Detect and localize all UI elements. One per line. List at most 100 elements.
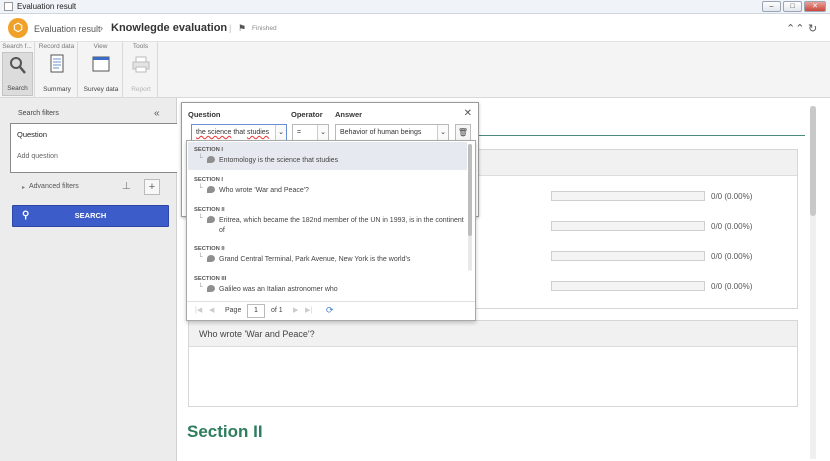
window-controls: – □ ✕ (762, 1, 826, 12)
window-titlebar: Evaluation result – □ ✕ (0, 0, 830, 14)
ribbon-group-title: Record data (38, 43, 75, 50)
list-item[interactable]: SECTION I └ Entomology is the science th… (188, 142, 467, 170)
tree-connector-icon: └ (198, 284, 203, 291)
operator-select-value: = (297, 129, 302, 136)
scrollbar-thumb[interactable] (468, 144, 472, 236)
chevron-down-icon: ⌄ (317, 125, 328, 140)
page-total: of 1 (271, 307, 283, 314)
survey-data-ribbon-button[interactable]: Survey data (81, 52, 121, 96)
list-item[interactable]: SECTION II └ Eritrea, which became the 1… (188, 202, 467, 240)
question-dropdown-list: SECTION I └ Entomology is the science th… (186, 140, 476, 321)
add-question-link[interactable]: Add question (17, 153, 58, 160)
scrollbar-thumb[interactable] (810, 106, 816, 216)
ribbon-group-title: Search f... (2, 43, 32, 50)
page-title: Knowlegde evaluation (111, 22, 228, 34)
breadcrumb-chevron-icon: › (100, 23, 103, 33)
answer-select-value: Behavior of human beings (340, 129, 422, 136)
section-title: Section II (187, 422, 263, 441)
question-card-2: Who wrote 'War and Peace'? (188, 320, 798, 407)
question-bubble-icon (207, 186, 215, 193)
report-ribbon-button[interactable]: Report (126, 52, 156, 96)
breadcrumb-parent[interactable]: Evaluation result (34, 24, 101, 34)
maximize-button[interactable]: □ (783, 1, 802, 12)
finish-flag-icon: ⚑ (238, 23, 247, 33)
tab-underline (475, 135, 805, 136)
collapse-panel-icon[interactable]: « (154, 108, 160, 119)
list-item[interactable]: SECTION III └ Galileo was an Italian ast… (188, 271, 467, 299)
page-number-input[interactable]: 1 (247, 304, 265, 318)
refresh-list-icon[interactable]: ⟳ (326, 305, 334, 316)
question-select[interactable]: the science that studies ⌄ (191, 124, 287, 141)
search-icon: ⚲ (22, 210, 30, 221)
question-select-value-part: the science (196, 129, 232, 136)
main-scrollbar[interactable] (810, 106, 816, 459)
operator-column-label: Operator (291, 110, 323, 119)
question-text: Who wrote 'War and Peace'? (219, 187, 309, 194)
trash-icon[interactable]: 🗑 (455, 124, 471, 141)
question-bubble-icon (207, 216, 215, 223)
page-header: ⬡ Evaluation result › Knowlegde evaluati… (0, 14, 830, 42)
header-divider: | (229, 23, 232, 33)
app-icon (4, 2, 13, 11)
first-page-icon[interactable]: |◀ (195, 306, 202, 314)
collapse-header-button[interactable]: ⌃⌃ (786, 22, 804, 35)
question-filter-box[interactable]: Question Add question (10, 123, 181, 173)
app-logo-icon: ⬡ (8, 18, 28, 38)
pagination-bar: |◀ ◀ Page 1 of 1 ▶ ▶| ⟳ (187, 301, 475, 320)
summary-ribbon-button[interactable]: Summary (38, 52, 76, 96)
answer-progress-bar (551, 251, 705, 261)
close-popup-icon[interactable]: ✕ (464, 108, 472, 119)
clear-filters-icon[interactable]: ⊥ (122, 181, 131, 192)
list-item[interactable]: SECTION II └ Grand Central Terminal, Par… (188, 241, 467, 269)
section-label: SECTION I (194, 147, 223, 153)
answer-select[interactable]: Behavior of human beings ⌄ (335, 124, 449, 141)
status-text: Finished (252, 25, 277, 32)
operator-select[interactable]: = ⌄ (292, 124, 329, 141)
refresh-button[interactable]: ↻ (808, 22, 817, 35)
section-label: SECTION II (194, 207, 225, 213)
window-icon (92, 56, 110, 72)
question-card-title: Who wrote 'War and Peace'? (189, 321, 797, 347)
section-label: SECTION I (194, 177, 223, 183)
answer-count: 0/0 (0.00%) (711, 192, 753, 201)
question-text: Eritrea, which became the 182nd member o… (219, 217, 464, 234)
answer-progress-bar (551, 191, 705, 201)
ribbon-group-search: Search f... Search (0, 42, 35, 98)
ribbon-group-view: View Survey data (79, 42, 123, 98)
minimize-button[interactable]: – (762, 1, 781, 12)
question-filter-label: Question (17, 130, 48, 139)
search-filters-panel: Search filters « Question Add question ▸… (0, 98, 181, 461)
ribbon-button-label: Survey data (83, 86, 119, 93)
answer-count: 0/0 (0.00%) (711, 222, 753, 231)
last-page-icon[interactable]: ▶| (305, 306, 312, 314)
search-ribbon-button[interactable]: Search (2, 52, 33, 96)
question-text: Grand Central Terminal, Park Avenue, New… (219, 256, 411, 263)
question-select-value-part: that (231, 129, 247, 136)
answer-count: 0/0 (0.00%) (711, 252, 753, 261)
expand-arrow-icon[interactable]: ▸ (22, 184, 25, 191)
page-label: Page (225, 307, 242, 314)
tree-connector-icon: └ (198, 215, 203, 222)
close-button[interactable]: ✕ (804, 1, 826, 12)
next-page-icon[interactable]: ▶ (293, 306, 298, 314)
list-item[interactable]: SECTION I └ Who wrote 'War and Peace'? (188, 172, 467, 200)
question-text: Entomology is the science that studies (219, 157, 339, 164)
dropdown-scrollbar[interactable] (468, 144, 472, 271)
prev-page-icon[interactable]: ◀ (209, 306, 214, 314)
advanced-filters-toggle[interactable]: Advanced filters (29, 183, 79, 190)
ribbon-group-title: View (93, 43, 108, 50)
search-filters-title: Search filters (18, 110, 59, 117)
tree-connector-icon: └ (198, 155, 203, 162)
section-label: SECTION III (194, 276, 227, 282)
search-button-label: SEARCH (74, 211, 107, 220)
question-text: Galileo was an Italian astronomer who (219, 286, 338, 293)
ribbon-toolbar: Search f... Search Record data Summary V… (0, 42, 830, 98)
answer-progress-bar (551, 281, 705, 291)
question-column-label: Question (188, 110, 221, 119)
question-bubble-icon (207, 156, 215, 163)
search-button[interactable]: ⚲ SEARCH (12, 205, 169, 227)
add-filter-button[interactable]: + (144, 179, 160, 195)
document-icon (50, 54, 64, 73)
section-label: SECTION II (194, 246, 225, 252)
ribbon-button-label: Search (7, 85, 28, 92)
